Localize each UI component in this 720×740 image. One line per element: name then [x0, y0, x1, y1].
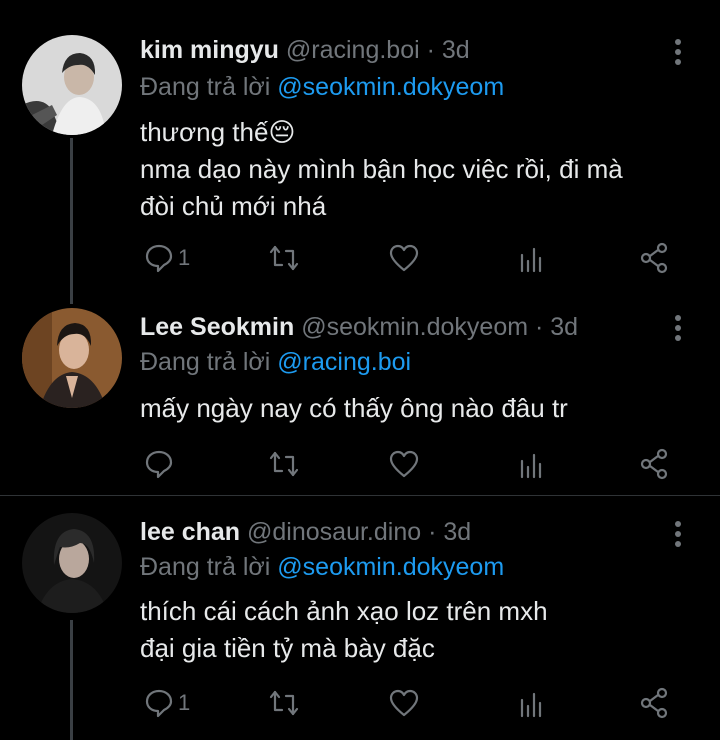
retweet-icon [269, 690, 299, 716]
separator-dot: · [426, 36, 435, 64]
timestamp[interactable]: 3d [442, 36, 470, 64]
tweet-text-line: thương thế😔 [140, 117, 296, 147]
bar-chart-icon [520, 453, 542, 479]
share-button[interactable] [638, 447, 670, 481]
tweet-text: thích cái cách ảnh xạo loz trên mxh đại … [140, 593, 548, 667]
replying-to: Đang trả lời @seokmin.dokyeom [140, 552, 504, 582]
username[interactable]: @seokmin.dokyeom [301, 313, 528, 341]
heart-icon [389, 244, 419, 272]
reply-count: 1 [178, 245, 191, 270]
like-button[interactable] [388, 686, 420, 720]
replying-to-label: Đang trả lời [140, 348, 271, 376]
retweet-icon [269, 451, 299, 477]
like-button[interactable] [388, 447, 420, 481]
avatar[interactable] [22, 308, 122, 408]
tweet-header: kim mingyu @racing.boi · 3d [140, 35, 470, 65]
retweet-icon [269, 245, 299, 271]
share-button[interactable] [638, 686, 670, 720]
action-bar: 1 [140, 241, 700, 275]
heart-icon [389, 450, 419, 478]
display-name[interactable]: Lee Seokmin [140, 313, 294, 341]
display-name[interactable]: kim mingyu [140, 36, 279, 64]
tweet-header: lee chan @dinosaur.dino · 3d [140, 517, 471, 547]
tweet[interactable]: lee chan @dinosaur.dino · 3d Đang trả lờ… [0, 496, 720, 740]
more-options-icon[interactable] [668, 518, 688, 548]
tweet-text: mấy ngày nay có thấy ông nào đâu tr [140, 390, 568, 427]
tweet[interactable]: kim mingyu @racing.boi · 3d Đang trả lời… [0, 0, 720, 300]
like-button[interactable] [388, 241, 420, 275]
replying-to-label: Đang trả lời [140, 553, 271, 581]
reply-button[interactable]: 1 [144, 241, 190, 275]
avatar[interactable] [22, 35, 122, 135]
reply-count: 1 [178, 690, 191, 715]
tweet-text-line: thích cái cách ảnh xạo loz trên mxh [140, 596, 548, 626]
share-icon [640, 687, 668, 719]
replying-to: Đang trả lời @seokmin.dokyeom [140, 72, 504, 102]
views-button[interactable] [517, 447, 547, 481]
retweet-button[interactable] [268, 447, 300, 481]
speech-bubble-icon [145, 244, 173, 273]
tweet[interactable]: Lee Seokmin @seokmin.dokyeom · 3d Đang t… [0, 300, 720, 495]
bar-chart-icon [520, 692, 542, 718]
reply-button[interactable] [144, 447, 178, 481]
mention-link[interactable]: @racing.boi [277, 348, 411, 376]
tweet-text: thương thế😔 nma dạo này mình bận học việ… [140, 114, 623, 225]
more-options-icon[interactable] [668, 312, 688, 342]
action-bar [140, 447, 700, 481]
share-icon [640, 242, 668, 274]
retweet-button[interactable] [268, 686, 300, 720]
username[interactable]: @racing.boi [286, 36, 420, 64]
retweet-button[interactable] [268, 241, 300, 275]
replying-to-label: Đang trả lời [140, 73, 271, 101]
views-button[interactable] [517, 241, 547, 275]
separator-dot: · [428, 518, 437, 546]
speech-bubble-icon [145, 450, 173, 479]
bar-chart-icon [520, 247, 542, 273]
replying-to: Đang trả lời @racing.boi [140, 347, 411, 377]
username[interactable]: @dinosaur.dino [247, 518, 421, 546]
timestamp[interactable]: 3d [550, 313, 578, 341]
views-button[interactable] [517, 686, 547, 720]
speech-bubble-icon [145, 689, 173, 718]
separator-dot: · [535, 313, 544, 341]
mention-link[interactable]: @seokmin.dokyeom [277, 73, 504, 101]
tweet-text-line: mấy ngày nay có thấy ông nào đâu tr [140, 393, 568, 423]
more-options-icon[interactable] [668, 36, 688, 66]
share-icon [640, 448, 668, 480]
tweet-header: Lee Seokmin @seokmin.dokyeom · 3d [140, 312, 578, 342]
share-button[interactable] [638, 241, 670, 275]
avatar[interactable] [22, 513, 122, 613]
tweet-text-line: đại gia tiền tỷ mà bày đặc [140, 633, 435, 663]
display-name[interactable]: lee chan [140, 518, 240, 546]
action-bar: 1 [140, 686, 700, 720]
timestamp[interactable]: 3d [443, 518, 471, 546]
tweet-text-line: nma dạo này mình bận học việc rồi, đi mà [140, 154, 623, 184]
tweet-text-line: đòi chủ mới nhá [140, 191, 327, 221]
mention-link[interactable]: @seokmin.dokyeom [277, 553, 504, 581]
heart-icon [389, 689, 419, 717]
reply-button[interactable]: 1 [144, 686, 190, 720]
